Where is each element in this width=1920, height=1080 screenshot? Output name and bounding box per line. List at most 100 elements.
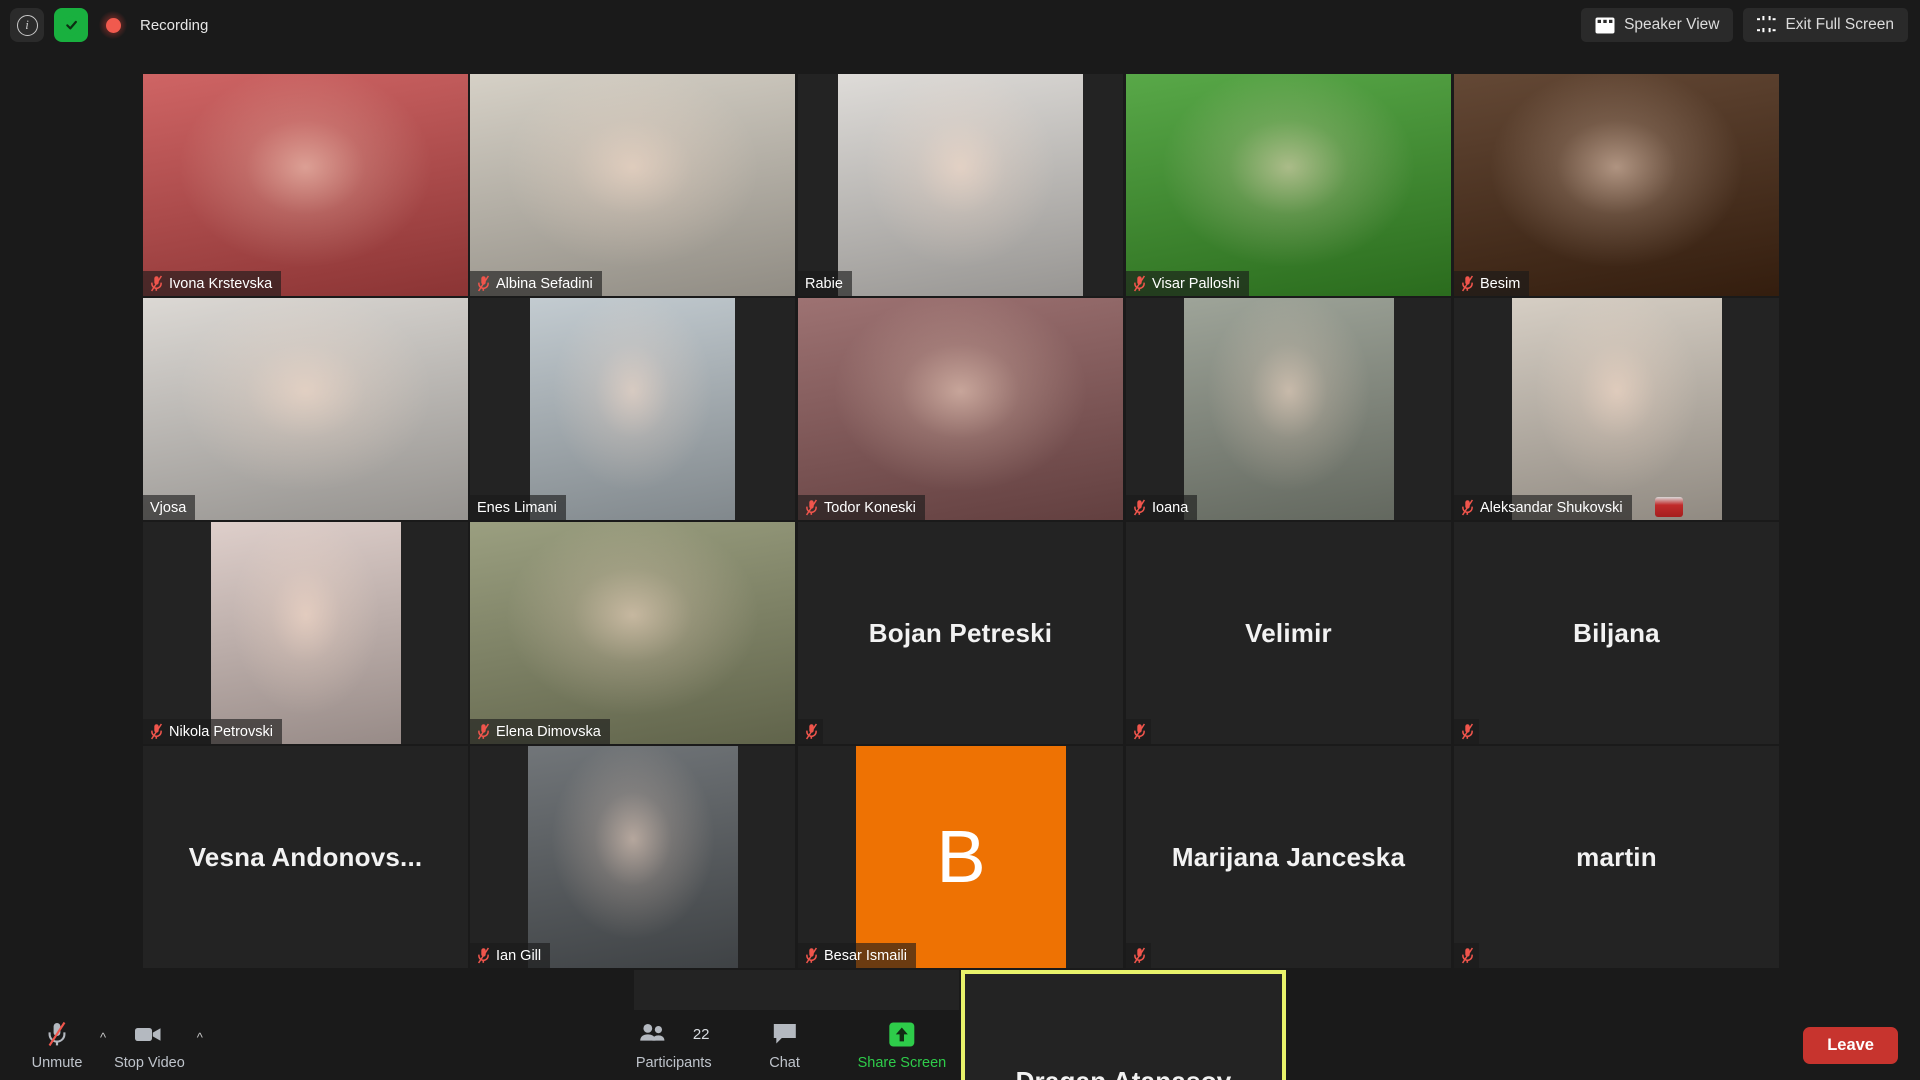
- participant-tile[interactable]: Biljana: [1454, 522, 1779, 744]
- participant-video: [1126, 74, 1451, 296]
- participant-name-label: Vjosa: [143, 495, 196, 520]
- participant-tile[interactable]: Velimir: [1126, 522, 1451, 744]
- participant-name-text: Visar Palloshi: [1152, 275, 1240, 292]
- participant-name-text: Aleksandar Shukovski: [1480, 499, 1623, 516]
- participant-name-centered: martin: [1576, 841, 1657, 872]
- participant-tile[interactable]: Marijana Janceska: [1126, 746, 1451, 968]
- participant-tile[interactable]: Vjosa: [143, 298, 468, 520]
- participant-name-text: Besim: [1480, 275, 1521, 292]
- participant-video: [528, 746, 738, 968]
- participant-tile[interactable]: Visar Palloshi: [1126, 74, 1451, 296]
- participant-tile[interactable]: Elena Dimovska: [470, 522, 795, 744]
- participants-button[interactable]: 22 Participants: [628, 1019, 720, 1071]
- participant-mute-indicator: [798, 719, 823, 744]
- participant-tile[interactable]: Ivona Krstevska: [143, 74, 468, 296]
- participants-label: Participants: [635, 1055, 712, 1071]
- participant-name-label: Ioana: [1126, 495, 1198, 520]
- participant-name-centered: Vesna Andonovs...: [188, 841, 423, 872]
- participant-tile[interactable]: Ioana: [1126, 298, 1451, 520]
- share-screen-label: Share Screen: [857, 1055, 947, 1071]
- participant-tile[interactable]: Dragan Atanasov: [961, 970, 1286, 1080]
- microphone-muted-icon: [1133, 275, 1146, 292]
- microphone-muted-icon: [477, 947, 490, 964]
- participant-video: [1512, 298, 1722, 520]
- participant-name-label: Visar Palloshi: [1126, 271, 1249, 296]
- recording-dot-icon: [105, 17, 121, 33]
- participant-tile[interactable]: Aleksandar Shukovski: [1454, 298, 1779, 520]
- participant-mute-indicator: [1126, 943, 1151, 968]
- zoom-meeting-window: i Recording Speaker View Exit Full Scree…: [0, 0, 1920, 1080]
- top-bar-left-group: i Recording: [0, 8, 208, 42]
- participant-name-label: Besim: [1454, 271, 1530, 296]
- participant-name-label: Besar Ismaili: [798, 943, 916, 968]
- top-bar-right-group: Speaker View Exit Full Screen: [1581, 8, 1920, 42]
- participant-video: [470, 74, 795, 296]
- stop-video-button[interactable]: Stop Video: [106, 1019, 193, 1071]
- exit-fullscreen-icon: [1757, 16, 1777, 34]
- participant-tile[interactable]: Ian Gill: [470, 746, 795, 968]
- meeting-info-button[interactable]: i: [10, 8, 44, 42]
- participant-name-text: Ivona Krstevska: [169, 275, 273, 292]
- participant-video: [470, 522, 795, 744]
- recording-indicator-button[interactable]: [98, 10, 128, 40]
- chat-button[interactable]: Chat: [746, 1019, 824, 1071]
- encryption-status-button[interactable]: [54, 8, 88, 42]
- unmute-button[interactable]: Unmute: [18, 1019, 96, 1071]
- participant-name-label: Enes Limani: [470, 495, 566, 520]
- video-options-caret[interactable]: ^: [197, 1031, 203, 1044]
- participant-video: [211, 522, 401, 744]
- participant-name-text: Todor Koneski: [824, 499, 916, 516]
- exit-full-screen-button[interactable]: Exit Full Screen: [1743, 8, 1908, 42]
- chat-label: Chat: [769, 1055, 800, 1071]
- participant-name-label: Aleksandar Shukovski: [1454, 495, 1632, 520]
- participant-name-centered: Bojan Petreski: [868, 617, 1053, 648]
- share-screen-up-arrow-icon: [888, 1019, 916, 1049]
- participant-video: [143, 298, 468, 520]
- participant-tile[interactable]: Vesna Andonovs...: [143, 746, 468, 968]
- participant-tile[interactable]: Enes Limani: [470, 298, 795, 520]
- participant-name-label: Rabie: [798, 271, 852, 296]
- share-screen-button[interactable]: Share Screen: [850, 1019, 955, 1071]
- participant-name-label: Todor Koneski: [798, 495, 925, 520]
- participant-tile[interactable]: Rabie: [798, 74, 1123, 296]
- participant-tile[interactable]: Bojan Petreski: [798, 522, 1123, 744]
- participant-video: [143, 74, 468, 296]
- chat-bubble-icon: [772, 1019, 798, 1049]
- leave-button[interactable]: Leave: [1803, 1026, 1898, 1064]
- participant-badge-icon: [1655, 497, 1683, 517]
- participant-tile[interactable]: Besim: [1454, 74, 1779, 296]
- participant-mute-indicator: [1454, 719, 1479, 744]
- participant-tile[interactable]: Albina Sefadini: [470, 74, 795, 296]
- microphone-muted-icon: [477, 275, 490, 292]
- microphone-muted-icon: [150, 723, 163, 740]
- participant-name-label: Elena Dimovska: [470, 719, 610, 744]
- meeting-controls-bar: Unmute ^ Stop Video ^ 22 Participants Ch…: [0, 1010, 1920, 1080]
- participant-tile[interactable]: Todor Koneski: [798, 298, 1123, 520]
- microphone-muted-icon: [150, 275, 163, 292]
- audio-control-group: Unmute ^: [18, 1019, 106, 1071]
- participant-video: [1184, 298, 1394, 520]
- camera-icon: [133, 1019, 165, 1049]
- microphone-muted-icon: [805, 499, 818, 516]
- participants-icon: 22: [638, 1019, 710, 1049]
- microphone-muted-icon: [1461, 499, 1474, 516]
- participant-name-centered: Marijana Janceska: [1171, 841, 1406, 872]
- microphone-muted-icon: [1133, 499, 1146, 516]
- participant-video: [838, 74, 1083, 296]
- microphone-muted-icon: [477, 723, 490, 740]
- layout-grid-icon: [1595, 17, 1615, 34]
- participant-tile[interactable]: B Besar Ismaili: [798, 746, 1123, 968]
- unmute-label: Unmute: [31, 1055, 83, 1071]
- participant-name-text: Rabie: [805, 275, 843, 292]
- info-icon: i: [16, 14, 38, 36]
- participant-tile[interactable]: Nikola Petrovski: [143, 522, 468, 744]
- microphone-muted-icon: [1461, 947, 1474, 964]
- participant-avatar-initial: B: [856, 746, 1066, 968]
- participant-name-text: Albina Sefadini: [496, 275, 593, 292]
- microphone-muted-icon: [42, 1019, 72, 1049]
- participant-tile[interactable]: martin: [1454, 746, 1779, 968]
- participant-mute-indicator: [1454, 943, 1479, 968]
- participant-video: [530, 298, 735, 520]
- speaker-view-button[interactable]: Speaker View: [1581, 8, 1734, 42]
- participant-name-centered: Velimir: [1245, 617, 1332, 648]
